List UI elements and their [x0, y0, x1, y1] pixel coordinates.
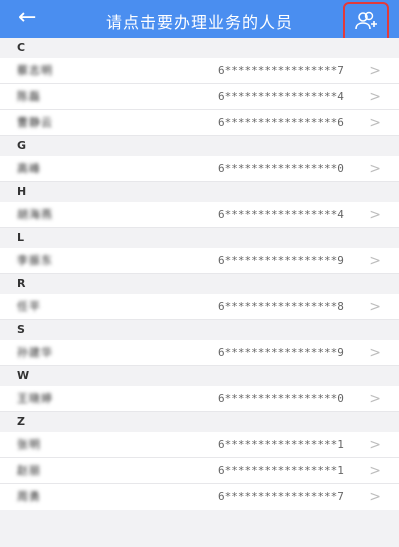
- group-header-h: H: [0, 182, 399, 202]
- account-number: 6*****************1: [218, 438, 344, 451]
- list-item[interactable]: 任平 6*****************8 >: [0, 294, 399, 320]
- person-name: 任平: [17, 300, 41, 313]
- chevron-right-icon: >: [369, 63, 381, 79]
- person-name: 陈磊: [17, 90, 41, 103]
- chevron-right-icon: >: [369, 345, 381, 361]
- chevron-right-icon: >: [369, 391, 381, 407]
- group-header-l: L: [0, 228, 399, 248]
- person-name: 周勇: [17, 490, 41, 503]
- account-number: 6*****************8: [218, 300, 344, 313]
- account-number: 6*****************7: [218, 490, 344, 503]
- person-name: 胡海燕: [17, 208, 53, 221]
- account-number: 6*****************7: [218, 64, 344, 77]
- group-header-r: R: [0, 274, 399, 294]
- group-header-w: W: [0, 366, 399, 386]
- list-item[interactable]: 曹静云 6*****************6 >: [0, 110, 399, 136]
- list-item[interactable]: 蔡志明 6*****************7 >: [0, 58, 399, 84]
- account-number: 6*****************6: [218, 116, 344, 129]
- account-number: 6*****************4: [218, 208, 344, 221]
- page-title: 请点击要办理业务的人员: [105, 13, 293, 32]
- person-list: C 蔡志明 6*****************7 > 陈磊 6********…: [0, 38, 399, 510]
- chevron-right-icon: >: [369, 253, 381, 269]
- account-number: 6*****************4: [218, 90, 344, 103]
- person-name: 孙建华: [17, 346, 53, 359]
- list-item[interactable]: 李振东 6*****************9 >: [0, 248, 399, 274]
- add-user-icon: [355, 11, 377, 30]
- person-name: 高峰: [17, 162, 41, 175]
- list-item[interactable]: 张明 6*****************1 >: [0, 432, 399, 458]
- group-header-g: G: [0, 136, 399, 156]
- chevron-right-icon: >: [369, 89, 381, 105]
- account-number: 6*****************9: [218, 254, 344, 267]
- list-item[interactable]: 王晓婷 6*****************0 >: [0, 386, 399, 412]
- account-number: 6*****************0: [218, 162, 344, 175]
- list-item[interactable]: 周勇 6*****************7 >: [0, 484, 399, 510]
- chevron-right-icon: >: [369, 299, 381, 315]
- account-number: 6*****************9: [218, 346, 344, 359]
- group-header-c: C: [0, 38, 399, 58]
- list-item[interactable]: 陈磊 6*****************4 >: [0, 84, 399, 110]
- app-header: ← 请点击要办理业务的人员: [0, 0, 399, 46]
- chevron-right-icon: >: [369, 207, 381, 223]
- person-name: 蔡志明: [17, 64, 53, 77]
- chevron-right-icon: >: [369, 463, 381, 479]
- group-header-s: S: [0, 320, 399, 340]
- person-name: 曹静云: [17, 116, 53, 129]
- list-item[interactable]: 孙建华 6*****************9 >: [0, 340, 399, 366]
- chevron-right-icon: >: [369, 115, 381, 131]
- chevron-right-icon: >: [369, 161, 381, 177]
- person-name: 张明: [17, 438, 41, 451]
- chevron-right-icon: >: [369, 489, 381, 505]
- person-name: 赵丽: [17, 464, 41, 477]
- chevron-right-icon: >: [369, 437, 381, 453]
- account-number: 6*****************0: [218, 392, 344, 405]
- group-header-z: Z: [0, 412, 399, 432]
- list-item[interactable]: 高峰 6*****************0 >: [0, 156, 399, 182]
- person-name: 王晓婷: [17, 392, 53, 405]
- list-item[interactable]: 赵丽 6*****************1 >: [0, 458, 399, 484]
- footer-area: [0, 534, 399, 547]
- list-item[interactable]: 胡海燕 6*****************4 >: [0, 202, 399, 228]
- account-number: 6*****************1: [218, 464, 344, 477]
- person-name: 李振东: [17, 254, 53, 267]
